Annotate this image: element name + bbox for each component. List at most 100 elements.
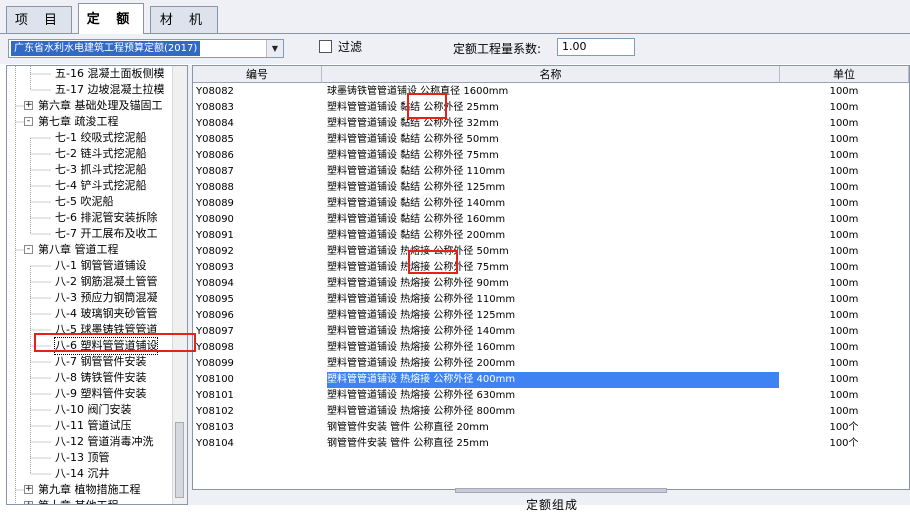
tree-item[interactable]: 八-7 钢管管件安装 (55, 354, 146, 370)
table-row[interactable]: Y08099 塑料管管道铺设 热熔接 公称外径 200mm 100m (193, 356, 909, 372)
tree-item[interactable]: 七-2 链斗式挖泥船 (55, 146, 146, 162)
table-row[interactable]: Y08100 塑料管管道铺设 热熔接 公称外径 400mm 100m (193, 372, 909, 388)
chevron-down-icon[interactable]: ▼ (266, 40, 283, 57)
table-row[interactable]: Y08098 塑料管管道铺设 热熔接 公称外径 160mm 100m (193, 340, 909, 356)
tree-scrollbar-thumb[interactable] (175, 422, 184, 498)
quota-set-select[interactable]: 广东省水利水电建筑工程预算定额(2017) ▼ (8, 39, 284, 58)
tree-item[interactable]: 八-5 球墨铸铁管管道 (55, 322, 157, 338)
table-row[interactable]: Y08103 钢管管件安装 管件 公称直径 20mm 100个 (193, 420, 909, 436)
tree-item-label: 第七章 疏浚工程 (38, 115, 119, 128)
tree-scrollbar[interactable] (172, 66, 187, 504)
cell-unit: 100m (829, 390, 859, 401)
tree-item[interactable]: 第九章 植物措施工程 (38, 482, 141, 498)
tree-item[interactable]: 第八章 管道工程 (38, 242, 119, 258)
tree-item[interactable]: 七-4 铲斗式挖泥船 (55, 178, 146, 194)
expand-icon[interactable]: + (24, 485, 33, 494)
cell-name: 塑料管管道铺设 热熔接 公称外径 800mm (327, 406, 516, 417)
tree-item[interactable]: 七-7 开工展布及收工 (55, 226, 157, 242)
toolbar: 广东省水利水电建筑工程预算定额(2017) ▼ 过滤 定额工程量系数: 1.00 (0, 34, 910, 64)
tree-item-label: 第九章 植物措施工程 (38, 483, 141, 496)
cell-name: 塑料管管道铺设 热熔接 公称外径 160mm (327, 342, 516, 353)
cell-unit: 100m (829, 198, 859, 209)
tree-item[interactable]: 七-1 绞吸式挖泥船 (55, 130, 146, 146)
table-row[interactable]: Y08102 塑料管管道铺设 热熔接 公称外径 800mm 100m (193, 404, 909, 420)
table-row[interactable]: Y08089 塑料管管道铺设 黏结 公称外径 140mm 100m (193, 196, 909, 212)
tree-item[interactable]: 八-2 钢筋混凝土管管 (55, 274, 157, 290)
cell-name: 钢管管件安装 管件 公称直径 20mm (327, 422, 489, 433)
cell-unit: 100m (829, 118, 859, 129)
tree-item[interactable]: 八-10 阀门安装 (55, 402, 131, 418)
cell-unit: 100m (829, 374, 859, 385)
table-row[interactable]: Y08093 塑料管管道铺设 热熔接 公称外径 75mm 100m (193, 260, 909, 276)
cell-name: 塑料管管道铺设 热熔接 公称外径 140mm (327, 326, 516, 337)
tab-project[interactable]: 项 目 (6, 6, 72, 33)
tree-item[interactable]: 七-5 吹泥船 (55, 194, 113, 210)
tree-item-label: 八-2 钢筋混凝土管管 (55, 275, 158, 288)
table-row[interactable]: Y08096 塑料管管道铺设 热熔接 公称外径 125mm 100m (193, 308, 909, 324)
cell-unit: 100m (829, 246, 859, 257)
tree-item[interactable]: 七-3 抓斗式挖泥船 (55, 162, 146, 178)
expand-icon[interactable]: + (24, 101, 33, 110)
cell-code: Y08089 (196, 198, 234, 209)
tree-item-label: 七-1 绞吸式挖泥船 (55, 131, 147, 144)
cell-name: 塑料管管道铺设 热熔接 公称外径 75mm (327, 262, 509, 273)
cell-unit: 100个 (829, 438, 859, 449)
cell-code: Y08101 (196, 390, 234, 401)
cell-name: 塑料管管道铺设 黏结 公称外径 32mm (327, 118, 499, 129)
tree-item[interactable]: 八-9 塑料管件安装 (55, 386, 146, 402)
table-row[interactable]: Y08082 球墨铸铁管管道铺设 公称直径 1600mm 100m (193, 84, 909, 100)
splitter-grip[interactable] (455, 488, 667, 493)
tree-item[interactable]: 八-6 塑料管管道铺设 (53, 337, 159, 355)
tree-item[interactable]: 八-11 管道试压 (55, 418, 131, 434)
table-row[interactable]: Y08101 塑料管管道铺设 热熔接 公称外径 630mm 100m (193, 388, 909, 404)
tree-item-label: 八-6 塑料管管道铺设 (55, 339, 158, 352)
filter-checkbox[interactable] (319, 40, 332, 53)
table-row[interactable]: Y08090 塑料管管道铺设 黏结 公称外径 160mm 100m (193, 212, 909, 228)
tree-item[interactable]: 第六章 基础处理及锚固工 (38, 98, 163, 114)
table-row[interactable]: Y08097 塑料管管道铺设 热熔接 公称外径 140mm 100m (193, 324, 909, 340)
table-row[interactable]: Y08094 塑料管管道铺设 热熔接 公称外径 90mm 100m (193, 276, 909, 292)
table-row[interactable]: Y08104 钢管管件安装 管件 公称直径 25mm 100个 (193, 436, 909, 452)
expand-icon[interactable]: + (24, 501, 33, 504)
cell-name: 塑料管管道铺设 黏结 公称外径 75mm (327, 150, 499, 161)
col-header-unit[interactable]: 单位 (780, 66, 909, 83)
cell-unit: 100m (829, 342, 859, 353)
tree-item[interactable]: 八-12 管道消毒冲洗 (55, 434, 153, 450)
table-row[interactable]: Y08092 塑料管管道铺设 热熔接 公称外径 50mm 100m (193, 244, 909, 260)
table-row[interactable]: Y08085 塑料管管道铺设 黏结 公称外径 50mm 100m (193, 132, 909, 148)
tree-item[interactable]: 八-1 钢管管道铺设 (55, 258, 146, 274)
filter-label: 过滤 (338, 40, 363, 54)
tab-quota[interactable]: 定 额 (78, 3, 144, 34)
table-row[interactable]: Y08091 塑料管管道铺设 黏结 公称外径 200mm 100m (193, 228, 909, 244)
tree-item[interactable]: 七-6 排泥管安装拆除 (55, 210, 157, 226)
cell-code: Y08088 (196, 182, 234, 193)
tab-materials[interactable]: 材 机 (150, 6, 218, 33)
tree-item[interactable]: 五-16 混凝土面板侧模 (55, 66, 164, 82)
table-row[interactable]: Y08095 塑料管管道铺设 热熔接 公称外径 110mm 100m (193, 292, 909, 308)
table-row[interactable]: Y08087 塑料管管道铺设 黏结 公称外径 110mm 100m (193, 164, 909, 180)
col-header-code[interactable]: 编号 (193, 66, 322, 83)
tree-item[interactable]: 八-8 铸铁管件安装 (55, 370, 146, 386)
cell-unit: 100m (829, 102, 859, 113)
collapse-icon[interactable]: - (24, 245, 33, 254)
tree-item[interactable]: 五-17 边坡混凝土拉模 (55, 82, 164, 98)
table-row[interactable]: Y08088 塑料管管道铺设 黏结 公称外径 125mm 100m (193, 180, 909, 196)
col-header-name[interactable]: 名称 (322, 66, 780, 83)
cell-code: Y08091 (196, 230, 234, 241)
tree-item[interactable]: 八-14 沉井 (55, 466, 109, 482)
coef-input[interactable]: 1.00 (557, 38, 635, 56)
table-row[interactable]: Y08086 塑料管管道铺设 黏结 公称外径 75mm 100m (193, 148, 909, 164)
collapse-icon[interactable]: - (24, 117, 33, 126)
table-row[interactable]: Y08084 塑料管管道铺设 黏结 公称外径 32mm 100m (193, 116, 909, 132)
cell-code: Y08099 (196, 358, 234, 369)
quota-grid: 编号 名称 单位 Y08082 球墨铸铁管管道铺设 公称直径 1600mm 100m… (192, 65, 910, 490)
tree-item-label: 八-4 玻璃钢夹砂管管 (55, 307, 158, 320)
tree-item[interactable]: 八-3 预应力钢筒混凝 (55, 290, 157, 306)
tree-item[interactable]: 八-13 顶管 (55, 450, 109, 466)
tree-item[interactable]: 第十章 其他工程 (38, 498, 119, 504)
cell-name: 塑料管管道铺设 热熔接 公称外径 90mm (327, 278, 509, 289)
tree-item[interactable]: 八-4 玻璃钢夹砂管管 (55, 306, 157, 322)
table-row[interactable]: Y08083 塑料管管道铺设 黏结 公称外径 25mm 100m (193, 100, 909, 116)
tree-item[interactable]: 第七章 疏浚工程 (38, 114, 119, 130)
tree-item-label: 七-7 开工展布及收工 (55, 227, 158, 240)
